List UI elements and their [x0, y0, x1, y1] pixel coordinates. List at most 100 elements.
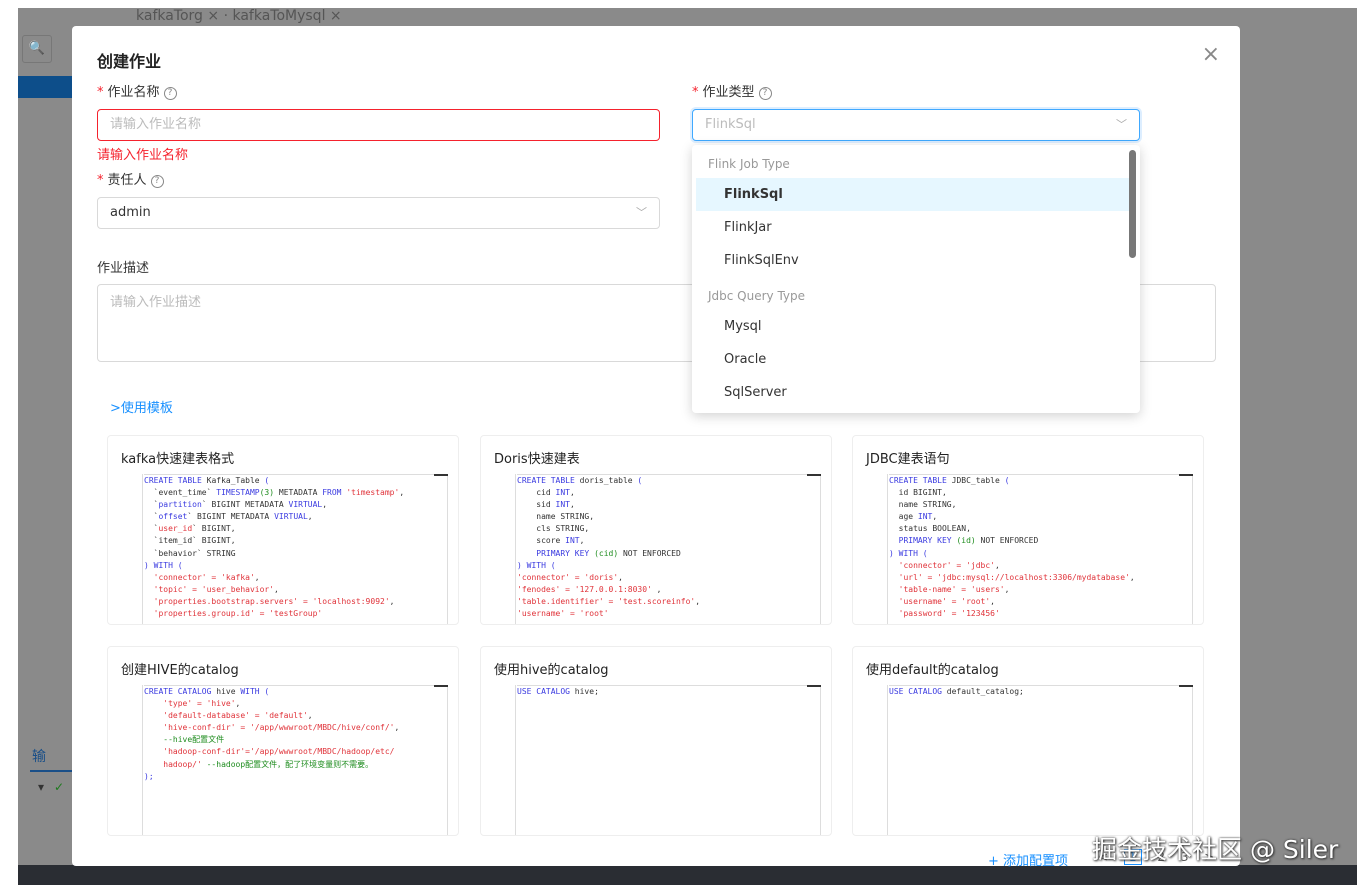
code-token: 'hive-conf-dir' = '/app/wwwroot/MBDC/hiv… — [144, 723, 395, 733]
code-line: USE CATALOG hive; — [517, 685, 820, 698]
output-tab-underline — [30, 770, 74, 772]
code-editor[interactable]: USE CATALOG hive; — [515, 685, 821, 835]
code-token: USE CATALOG — [517, 687, 575, 696]
option-group-label: Jdbc Query Type — [708, 289, 806, 303]
code-line: name STRING, — [889, 499, 1192, 511]
template-title: kafka快速建表格式 — [121, 452, 235, 467]
add-config-button[interactable]: + 添加配置项 — [988, 850, 1068, 869]
code-token: (cid) — [594, 548, 619, 558]
code-line: 'connector' = 'jdbc', — [889, 560, 1192, 572]
code-token: (id) — [956, 536, 976, 546]
code-token: , — [932, 512, 938, 522]
code-token: ( — [264, 476, 270, 485]
minimap — [807, 685, 821, 687]
background-selected-item — [18, 76, 74, 98]
code-token: , — [274, 584, 279, 594]
template-title: 使用hive的catalog — [494, 663, 609, 678]
template-card[interactable]: JDBC建表语句 CREATE TABLE JDBC_table ( id BIG… — [852, 435, 1204, 625]
code-token: PRIMARY KEY — [889, 536, 957, 546]
code-token: NOT ENFORCED — [618, 548, 681, 558]
code-line: `offset` BIGINT METADATA VIRTUAL, — [144, 511, 447, 523]
code-token: , — [1129, 572, 1135, 582]
template-card[interactable]: Doris快速建表 CREATE TABLE doris_table ( cid … — [480, 435, 832, 625]
code-token: `event_time` — [144, 488, 217, 498]
code-line: CREATE TABLE Kafka_Table ( — [144, 474, 447, 487]
code-token: , — [394, 723, 400, 733]
code-token: 'connector' = 'doris' — [517, 572, 619, 582]
code-line: 'properties.bootstrap.servers' = 'localh… — [144, 596, 447, 608]
code-editor[interactable]: CREATE CATALOG hive WITH ( 'type' = 'hiv… — [142, 685, 448, 835]
code-token: ` BIGINT METADATA — [201, 500, 289, 510]
template-card[interactable]: 创建HIVE的catalog CREATE CATALOG hive WITH (… — [107, 646, 459, 836]
bottom-bar — [18, 865, 1357, 885]
code-token: , — [569, 500, 575, 510]
owner-label: * 责任人? — [97, 169, 164, 188]
code-line: --hive配置文件 — [144, 734, 447, 746]
code-token: score — [517, 536, 566, 546]
code-token: id BIGINT, — [889, 488, 947, 498]
code-editor[interactable]: CREATE TABLE JDBC_table ( id BIGINT, nam… — [887, 474, 1193, 624]
option-sqlserver[interactable]: SqlServer — [696, 376, 1136, 409]
template-title: 使用default的catalog — [866, 663, 999, 678]
code-token: NOT ENFORCED — [975, 536, 1039, 546]
code-line: USE CATALOG default_catalog; — [889, 685, 1192, 698]
code-token: 'connector' = 'jdbc' — [889, 560, 995, 570]
code-token: , — [235, 699, 241, 709]
code-token: sid — [517, 500, 556, 510]
code-token: 'default-database' = 'default' — [144, 711, 308, 721]
job-type-dropdown: Flink Job Type FlinkSql FlinkJar FlinkSqlEn… — [692, 145, 1140, 413]
template-title: JDBC建表语句 — [866, 452, 950, 467]
code-token: USE CATALOG — [889, 687, 947, 696]
help-icon[interactable]: ? — [150, 175, 164, 188]
template-card[interactable]: 使用hive的catalog USE CATALOG hive; — [480, 646, 832, 836]
code-line: 'hadoop-conf-dir'='/app/wwwroot/MBDC/had… — [144, 746, 447, 758]
code-token: , — [651, 584, 662, 594]
code-token: INT — [555, 488, 570, 498]
code-editor[interactable]: USE CATALOG default_catalog; — [887, 685, 1193, 835]
template-card[interactable]: 使用default的catalog USE CATALOG default_cat… — [852, 646, 1204, 836]
caret-down-icon: ▾ — [38, 780, 45, 794]
option-flinksql[interactable]: FlinkSql — [696, 178, 1136, 211]
option-flinksqlenv[interactable]: FlinkSqlEnv — [696, 244, 1136, 277]
code-token: --hive配置文件 — [144, 735, 225, 745]
option-group-label: Flink Job Type — [708, 157, 790, 171]
close-icon[interactable]: × — [1202, 42, 1220, 67]
chevron-down-icon: ﹀ — [636, 206, 647, 219]
code-token: VIRTUAL — [274, 512, 308, 522]
code-token: , — [618, 572, 623, 582]
code-token: VIRTUAL — [288, 500, 323, 510]
code-line: sid INT, — [517, 499, 820, 511]
option-flinkjar[interactable]: FlinkJar — [696, 211, 1136, 244]
code-token: ) WITH ( — [889, 548, 928, 558]
template-card[interactable]: kafka快速建表格式 CREATE TABLE Kafka_Table ( `e… — [107, 435, 459, 625]
code-line: CREATE CATALOG hive WITH ( — [144, 685, 447, 698]
help-icon[interactable]: ? — [163, 87, 177, 100]
code-line: `item_id` BIGINT, — [144, 535, 447, 547]
job-type-select[interactable]: FlinkSql ﹀ — [692, 109, 1140, 141]
use-template-link[interactable]: >使用模板 — [110, 397, 173, 416]
code-token: 'timestamp' — [346, 488, 400, 498]
dropdown-scrollbar[interactable] — [1129, 150, 1136, 258]
code-line: 'username' = 'root' — [517, 608, 820, 620]
code-line: `user_id` BIGINT, — [144, 523, 447, 535]
code-line: 'connector' = 'doris', — [517, 572, 820, 584]
code-token: doris_table — [579, 476, 638, 485]
code-line: CREATE TABLE JDBC_table ( — [889, 474, 1192, 487]
owner-select[interactable]: admin ﹀ — [97, 197, 660, 229]
code-editor[interactable]: CREATE TABLE doris_table ( cid INT, sid … — [515, 474, 821, 624]
code-token: cls STRING, — [517, 524, 590, 534]
option-mysql[interactable]: Mysql — [696, 310, 1136, 343]
code-token: --hadoop配置文件，配了环境变量则不需要。 — [201, 759, 374, 769]
code-token: (3) — [259, 488, 275, 498]
job-name-input[interactable]: 请输入作业名称 — [97, 109, 660, 141]
minimap — [434, 474, 448, 476]
code-line: `partition` BIGINT METADATA VIRTUAL, — [144, 499, 447, 511]
code-token: , — [322, 500, 328, 510]
code-line: `behavior` STRING — [144, 548, 447, 560]
code-editor[interactable]: CREATE TABLE Kafka_Table ( `event_time` … — [142, 474, 448, 624]
option-oracle[interactable]: Oracle — [696, 343, 1136, 376]
code-token: , — [307, 711, 313, 721]
code-line: 'type' = 'hive', — [144, 698, 447, 710]
code-line: 'hive-conf-dir' = '/app/wwwroot/MBDC/hiv… — [144, 722, 447, 734]
help-icon[interactable]: ? — [758, 87, 772, 100]
